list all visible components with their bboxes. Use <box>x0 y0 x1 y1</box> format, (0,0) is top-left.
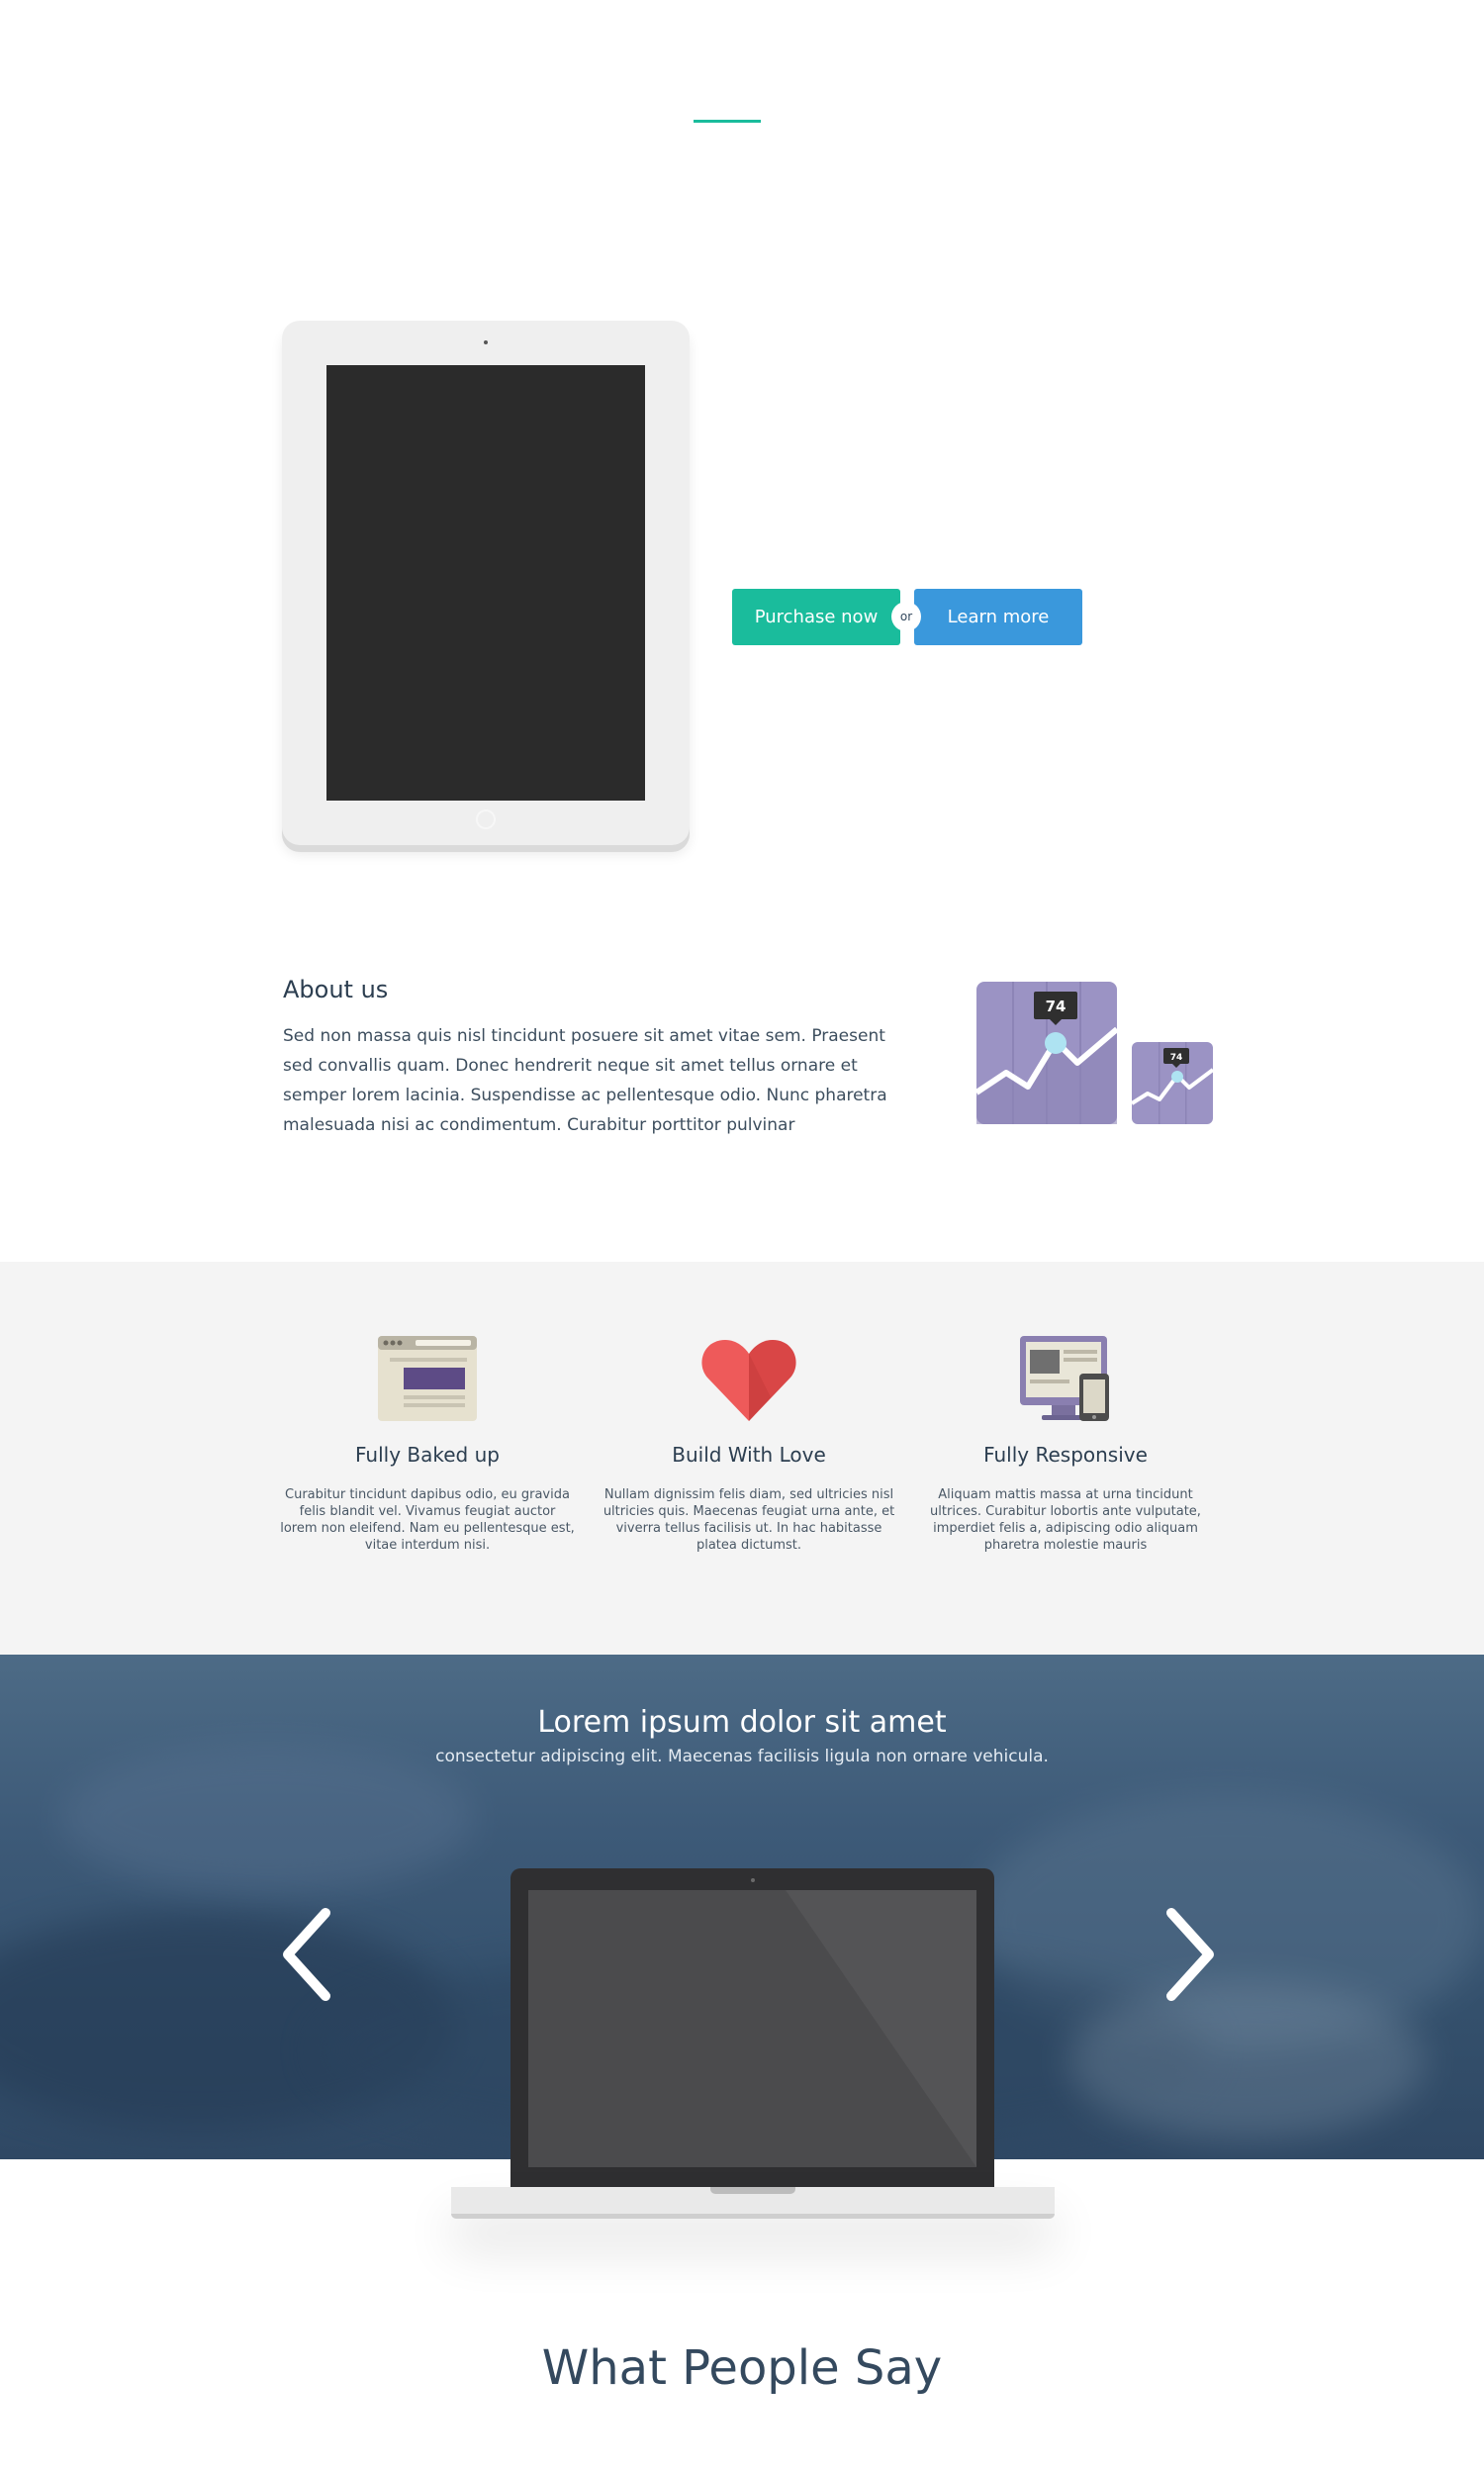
section-accent-line <box>694 120 761 123</box>
hero-subtitle: consectetur adipiscing elit. Maecenas fa… <box>435 1747 1049 1766</box>
tablet-home-button <box>476 809 496 829</box>
chart-badge-small-value: 74 <box>1170 1053 1183 1063</box>
laptop-screen <box>528 1890 976 2167</box>
about-title: About us <box>283 976 389 1003</box>
feature-title: Fully Responsive <box>983 1443 1148 1467</box>
tablet-camera <box>484 340 488 344</box>
chart-badge-value: 74 <box>1046 998 1067 1015</box>
feature-title: Fully Baked up <box>355 1443 500 1467</box>
feature-text: Curabitur tincidunt dapibus odio, eu gra… <box>280 1487 575 1553</box>
laptop-base-edge <box>451 2214 1055 2219</box>
feature-title: Build With Love <box>672 1443 826 1467</box>
chevron-right-icon[interactable] <box>1158 1905 1217 2004</box>
analytics-chart-small-icon: 74 <box>1132 1042 1213 1124</box>
analytics-chart-icon: 74 <box>976 982 1117 1124</box>
laptop-camera <box>751 1878 755 1882</box>
hero-title: Lorem ipsum dolor sit amet <box>537 1705 947 1740</box>
purchase-now-button[interactable]: Purchase now <box>732 589 900 645</box>
tablet-mockup <box>282 321 690 845</box>
tablet-screen <box>326 365 645 801</box>
chevron-left-icon[interactable] <box>280 1905 339 2004</box>
feature-text: Nullam dignissim felis diam, sed ultrici… <box>603 1487 895 1553</box>
learn-more-button[interactable]: Learn more <box>914 589 1082 645</box>
feature-text: Aliquam mattis massa at urna tincidunt u… <box>930 1487 1201 1553</box>
responsive-devices-icon <box>1016 1336 1115 1423</box>
feature-build-with-love: Build With Love Nullam dignissim felis d… <box>601 1336 897 1554</box>
feature-fully-baked: Fully Baked up Curabitur tincidunt dapib… <box>279 1336 576 1554</box>
browser-window-icon <box>378 1336 477 1423</box>
testimonials-title: What People Say <box>541 2340 943 2396</box>
feature-fully-responsive: Fully Responsive Aliquam mattis massa at… <box>917 1336 1214 1554</box>
about-text: Sed non massa quis nisl tincidunt posuer… <box>283 1026 887 1135</box>
or-separator: or <box>891 602 921 631</box>
laptop-mockup <box>510 1868 994 2187</box>
heart-icon <box>699 1336 798 1423</box>
laptop-notch <box>710 2187 795 2194</box>
laptop-base <box>451 2187 1055 2219</box>
